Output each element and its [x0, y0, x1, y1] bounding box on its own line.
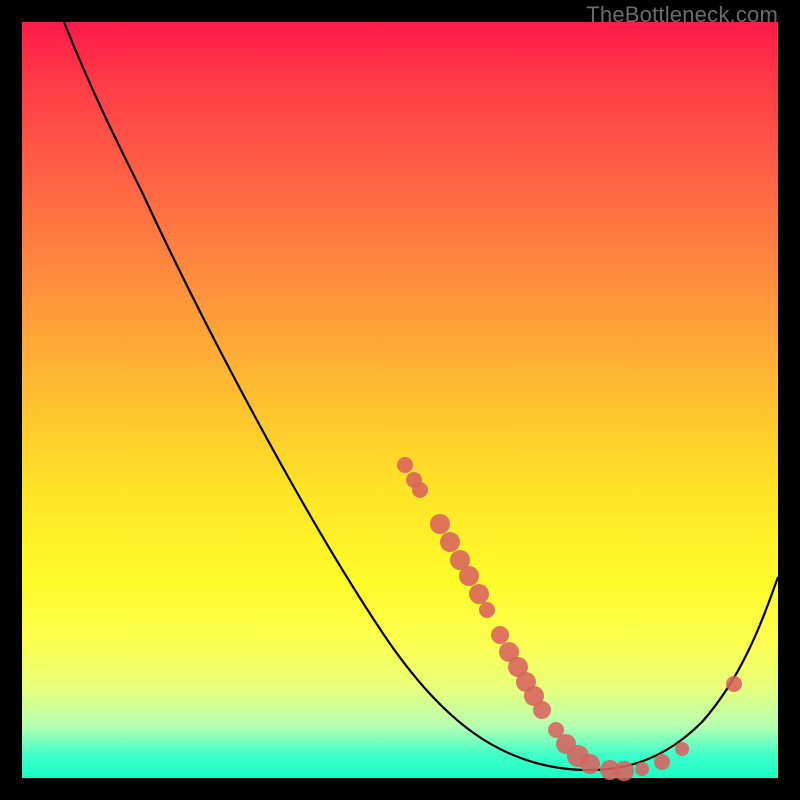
data-point	[675, 742, 689, 756]
data-point	[654, 754, 670, 770]
data-point	[459, 566, 479, 586]
data-point	[533, 701, 551, 719]
chart-frame	[22, 22, 778, 778]
watermark-text: TheBottleneck.com	[586, 2, 778, 28]
data-point	[397, 457, 413, 473]
data-point	[635, 762, 649, 776]
data-point	[479, 602, 495, 618]
data-point	[440, 532, 460, 552]
data-point	[491, 626, 509, 644]
data-point	[580, 754, 600, 774]
data-point	[412, 482, 428, 498]
chart-svg	[22, 22, 778, 778]
curve-line	[64, 22, 778, 770]
data-point	[430, 514, 450, 534]
data-point	[614, 761, 634, 781]
data-point	[469, 584, 489, 604]
data-point	[726, 676, 742, 692]
